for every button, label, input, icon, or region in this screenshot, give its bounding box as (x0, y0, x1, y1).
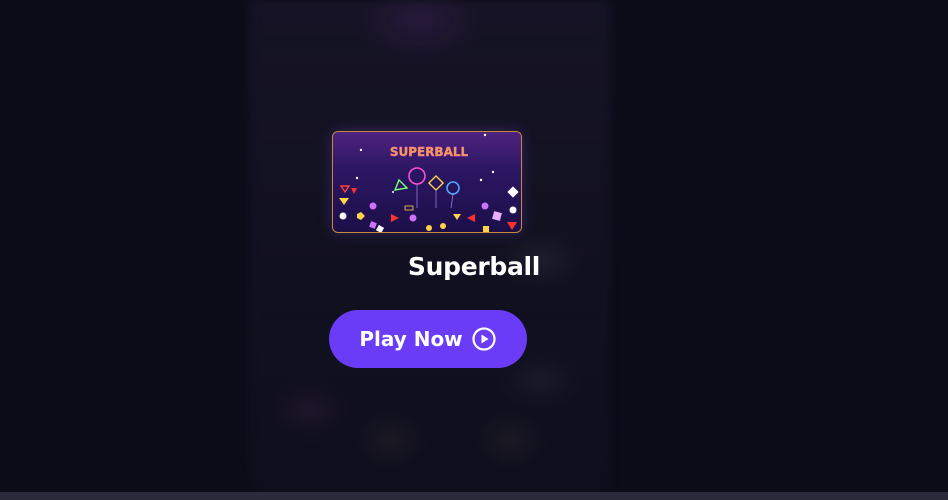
play-now-label: Play Now (359, 327, 463, 351)
thumbnail-logo: SUPERBALL (390, 145, 469, 159)
play-circle-icon (471, 326, 497, 352)
play-now-button[interactable]: Play Now (329, 310, 527, 368)
game-title: Superball (407, 252, 541, 281)
game-thumbnail[interactable]: SUPERBALL (332, 131, 522, 233)
game-launch-screen: SUPERBALL Superball Play Now (0, 0, 948, 500)
bottom-bar (0, 492, 948, 500)
thumbnail-artwork: SUPERBALL (333, 132, 521, 232)
blurred-background (250, 0, 610, 500)
